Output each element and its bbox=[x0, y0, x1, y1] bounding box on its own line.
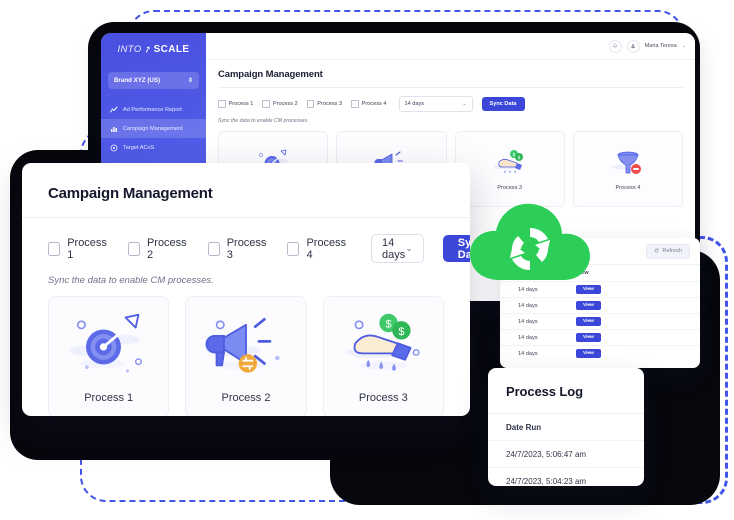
sync-hint-text: Sync the data to enable CM processes. bbox=[218, 118, 309, 124]
checkbox-box bbox=[218, 100, 226, 108]
checkbox-label: Process 4 bbox=[306, 236, 347, 261]
chevron-down-icon: ⌄ bbox=[462, 101, 467, 107]
hand-money-icon: $ $ bbox=[490, 147, 530, 181]
process-card[interactable]: Process 1 bbox=[48, 296, 170, 416]
megaphone-coin-icon bbox=[200, 310, 292, 382]
process-log-title: Process Log bbox=[506, 384, 583, 399]
checkbox-label: Process 4 bbox=[361, 101, 387, 107]
sidebar-item-label: Ad Performance Report bbox=[123, 106, 182, 113]
target-arrow-icon bbox=[63, 310, 155, 382]
user-avatar-icon[interactable] bbox=[626, 39, 640, 53]
process-card-grid: Process 1 Process 2 bbox=[22, 286, 470, 416]
checkbox-process-2[interactable]: Process 2 bbox=[127, 236, 189, 261]
table-row[interactable]: 14 days View bbox=[500, 297, 700, 313]
checkbox-label: Process 1 bbox=[67, 236, 107, 261]
checkbox-box bbox=[351, 100, 359, 108]
checkbox-process-3[interactable]: Process 3 bbox=[306, 100, 343, 108]
chart-line-icon bbox=[110, 106, 118, 114]
sidebar-item-campaign-management[interactable]: Campaign Management bbox=[101, 119, 206, 138]
divider bbox=[218, 87, 683, 88]
sync-hint-text: Sync the data to enable CM processes. bbox=[48, 275, 214, 286]
funnel-blocked-icon bbox=[608, 147, 648, 181]
process-card-caption: Process 2 bbox=[221, 392, 271, 404]
modal-title: Campaign Management bbox=[48, 185, 213, 202]
cell-window: 14 days bbox=[518, 334, 538, 341]
cell-window: 14 days bbox=[518, 318, 538, 325]
view-button[interactable]: View bbox=[576, 333, 601, 342]
process-log-panel: Process Log Date Run 24/7/2023, 5:06:47 … bbox=[488, 368, 644, 486]
header-user-name: Maria Teresa bbox=[644, 43, 677, 49]
target-meter-icon bbox=[110, 144, 118, 152]
checkbox-box bbox=[306, 100, 315, 108]
refresh-button[interactable]: Refresh bbox=[646, 243, 690, 259]
campaign-management-modal: Campaign Management Process 1 Process 2 … bbox=[22, 163, 470, 416]
checkbox-box bbox=[262, 100, 270, 108]
table-row[interactable]: 14 days View bbox=[500, 313, 700, 329]
checkbox-label: Process 3 bbox=[317, 101, 343, 107]
cell-window: 14 days bbox=[518, 350, 538, 357]
process-card[interactable]: Process 2 bbox=[185, 296, 307, 416]
window-select[interactable]: 14 days ⌄ bbox=[398, 96, 473, 112]
view-button[interactable]: View bbox=[576, 317, 601, 326]
brand-selector-label: Brand XYZ (US) bbox=[114, 77, 161, 84]
logo-text-into: INTO bbox=[117, 43, 142, 55]
refresh-label: Refresh bbox=[662, 248, 682, 254]
checkbox-process-3[interactable]: Process 3 bbox=[207, 236, 269, 261]
cloud-sync-icon bbox=[466, 196, 594, 288]
process-card[interactable]: $ $ Process 3 bbox=[322, 296, 444, 416]
chevron-down-icon[interactable]: ⌄ bbox=[682, 43, 686, 49]
process-card-caption: Process 3 bbox=[358, 392, 408, 404]
hand-money-icon: $ $ bbox=[337, 310, 429, 382]
logo-text-scale: SCALE bbox=[153, 43, 190, 55]
app-controls-row: Process 1 Process 2 Process 3 Process 4 bbox=[218, 96, 683, 112]
checkbox-process-1[interactable]: Process 1 bbox=[48, 237, 109, 261]
checkbox-box bbox=[127, 241, 140, 256]
cell-window: 14 days bbox=[518, 302, 538, 309]
svg-text:$: $ bbox=[386, 319, 392, 331]
chevron-updown-icon: ⇕ bbox=[187, 77, 193, 84]
window-select-value: 14 days bbox=[382, 236, 406, 261]
process-card-caption: Process 4 bbox=[615, 185, 641, 191]
brand-selector[interactable]: Brand XYZ (US) ⇕ bbox=[108, 72, 199, 89]
log-row[interactable]: 24/7/2023, 5:06:47 am bbox=[488, 440, 644, 467]
sync-data-button[interactable]: Sync Data bbox=[481, 97, 525, 111]
window-select-value: 14 days bbox=[404, 101, 425, 107]
page-title: Campaign Management bbox=[218, 69, 323, 80]
checkbox-process-2[interactable]: Process 2 bbox=[262, 100, 298, 108]
view-button[interactable]: View bbox=[576, 349, 601, 358]
checkbox-process-1[interactable]: Process 1 bbox=[218, 100, 253, 108]
logo-arrow-icon: ➚ bbox=[141, 42, 153, 55]
sidebar-item-ad-performance-report[interactable]: Ad Performance Report bbox=[101, 100, 206, 119]
process-card-caption: Process 1 bbox=[84, 392, 134, 404]
app-header-bar: Maria Teresa ⌄ bbox=[206, 33, 695, 60]
sidebar-item-target-acos[interactable]: Target ACoS bbox=[101, 138, 206, 157]
column-header-date-run: Date Run bbox=[506, 422, 542, 432]
sidebar-item-label: Target ACoS bbox=[123, 144, 155, 151]
process-card-caption: Process 3 bbox=[497, 185, 523, 191]
table-row[interactable]: 14 days View bbox=[500, 345, 700, 361]
checkbox-box bbox=[287, 241, 300, 256]
svg-text:$: $ bbox=[399, 326, 405, 338]
view-button[interactable]: View bbox=[576, 301, 601, 310]
screenshot-stage: INTO ➚ SCALE Brand XYZ (US) ⇕ Ad Perform… bbox=[0, 0, 734, 520]
table-row[interactable]: 14 days View bbox=[500, 329, 700, 345]
app-logo[interactable]: INTO ➚ SCALE bbox=[101, 36, 206, 62]
checkbox-label: Process 2 bbox=[272, 101, 298, 107]
checkbox-label: Process 3 bbox=[226, 236, 267, 261]
checkbox-label: Process 1 bbox=[228, 101, 254, 107]
bar-chart-icon bbox=[110, 125, 118, 133]
log-row[interactable]: 24/7/2023, 5:04:23 am bbox=[488, 467, 644, 486]
checkbox-label: Process 2 bbox=[146, 236, 187, 261]
checkbox-process-4[interactable]: Process 4 bbox=[287, 237, 348, 261]
modal-controls-row: Process 1 Process 2 Process 3 Process 4 … bbox=[22, 218, 470, 263]
checkbox-box bbox=[48, 241, 61, 256]
chevron-down-icon: ⌄ bbox=[405, 243, 413, 253]
sidebar-item-label: Campaign Management bbox=[123, 125, 183, 132]
window-select[interactable]: 14 days ⌄ bbox=[371, 234, 424, 263]
checkbox-box bbox=[207, 241, 220, 256]
bell-icon[interactable] bbox=[608, 39, 622, 53]
refresh-icon bbox=[654, 247, 659, 255]
checkbox-process-4[interactable]: Process 4 bbox=[351, 100, 387, 108]
